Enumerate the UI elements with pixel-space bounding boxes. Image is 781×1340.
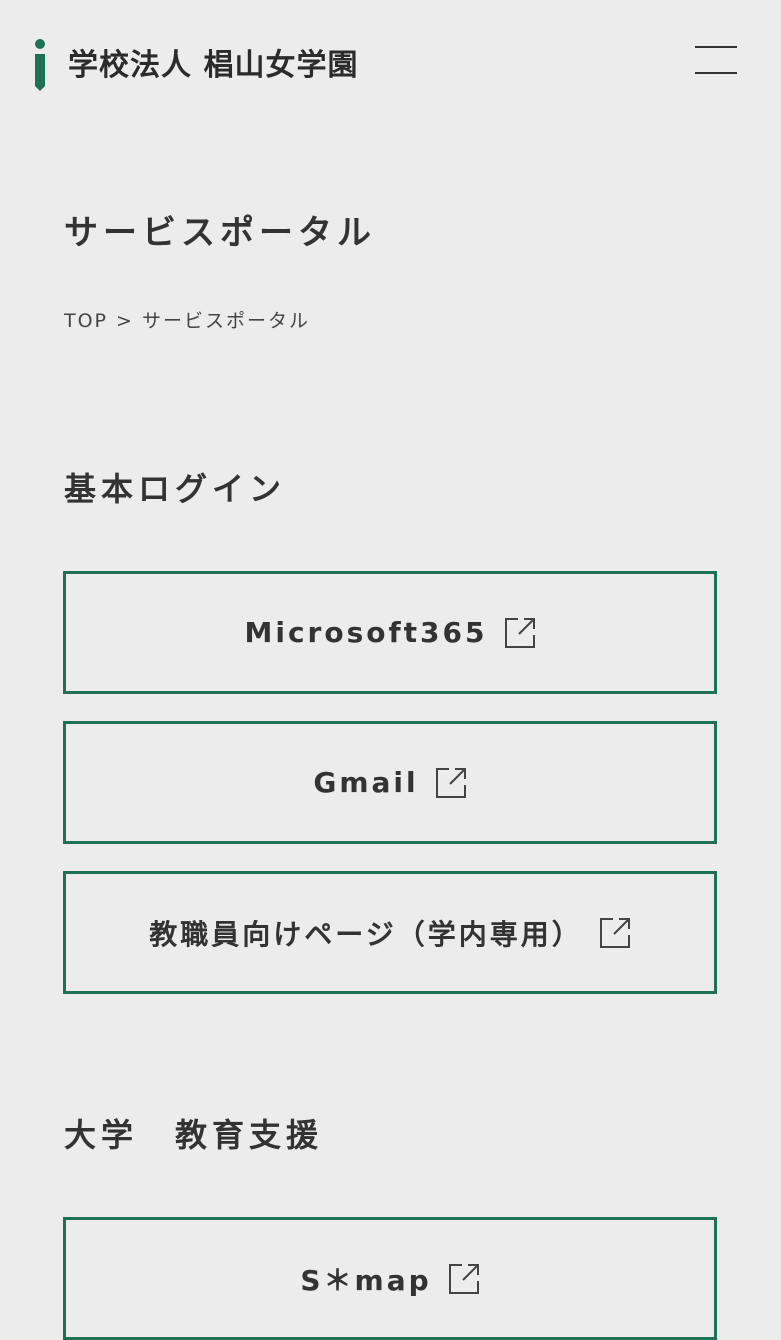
menu-bar-bottom: [695, 72, 737, 74]
page-title: サービスポータル: [64, 213, 376, 253]
site-header: 学校法人 椙山女学園: [0, 0, 781, 130]
section-heading-university-education-support: 大学 教育支援: [64, 1116, 324, 1154]
gmail-button[interactable]: Gmail: [63, 721, 717, 844]
section-heading-basic-login: 基本ログイン: [64, 470, 287, 508]
external-link-icon: [435, 767, 466, 798]
gmail-label: Gmail: [313, 766, 419, 799]
microsoft365-button[interactable]: Microsoft365: [63, 571, 717, 694]
smap-button[interactable]: S＊map: [63, 1217, 717, 1340]
staff-page-button[interactable]: 教職員向けページ（学内専用）: [63, 871, 717, 994]
hamburger-menu-icon[interactable]: [690, 40, 742, 80]
microsoft365-label: Microsoft365: [244, 616, 488, 649]
site-name[interactable]: 学校法人 椙山女学園: [68, 44, 358, 88]
breadcrumb: TOP > サービスポータル: [64, 308, 310, 334]
i-logo-icon[interactable]: [32, 38, 48, 92]
staff-page-label: 教職員向けページ（学内専用）: [149, 917, 583, 951]
smap-label: S＊map: [300, 1263, 432, 1297]
breadcrumb-current: サービスポータル: [141, 310, 310, 332]
external-link-icon: [504, 617, 535, 648]
menu-bar-top: [695, 46, 737, 48]
breadcrumb-separator: >: [116, 310, 134, 332]
breadcrumb-home-link[interactable]: TOP: [64, 310, 108, 332]
external-link-icon: [448, 1263, 479, 1294]
external-link-icon: [599, 917, 630, 948]
